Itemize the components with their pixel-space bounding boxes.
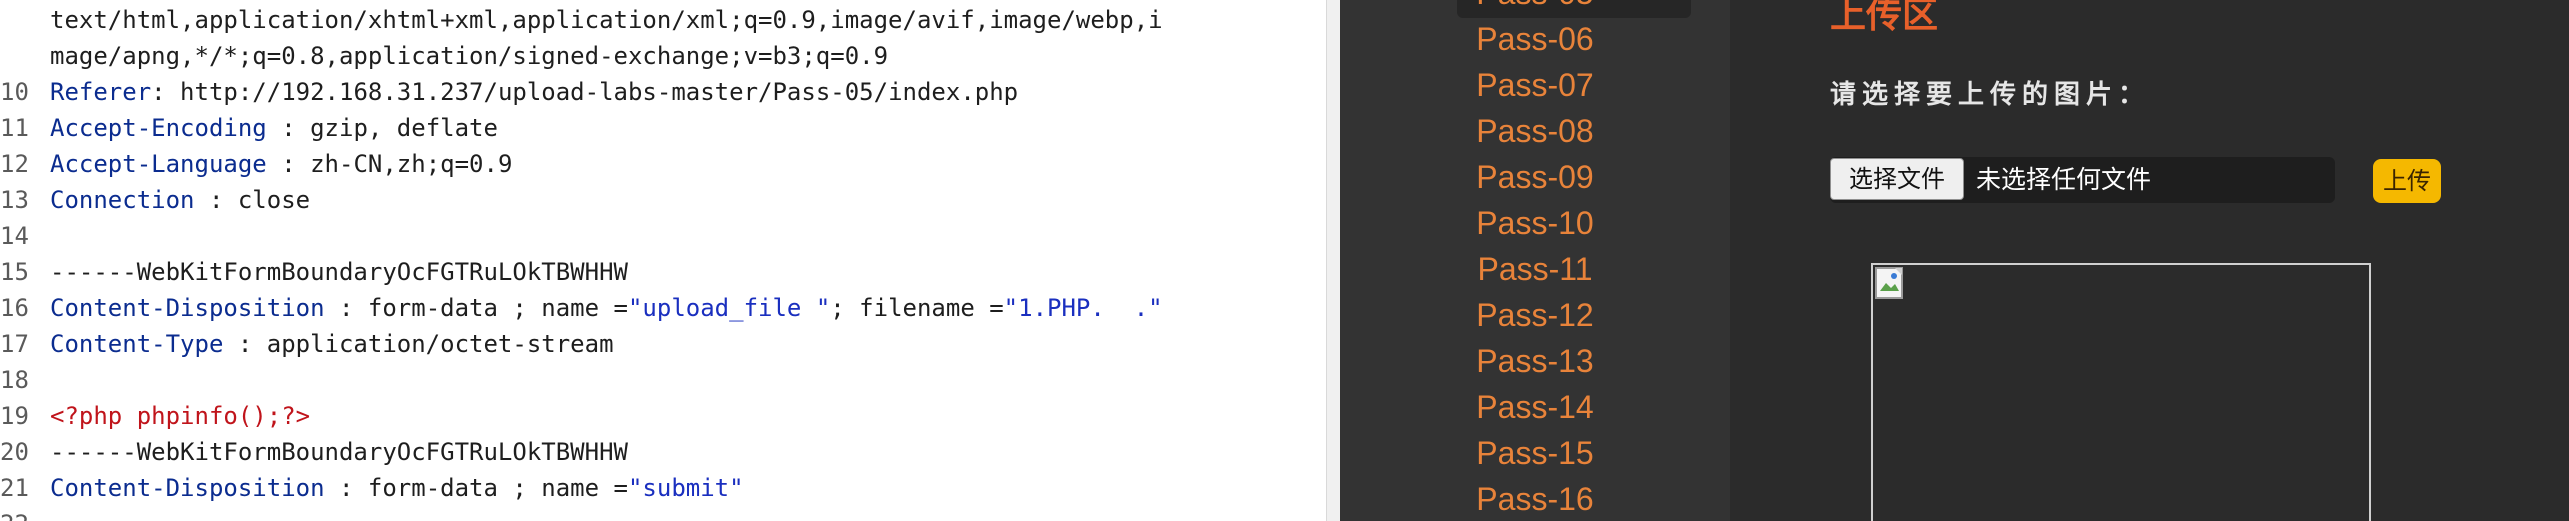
line-token: Connection [50, 186, 195, 214]
request-line[interactable]: 18 [0, 362, 1320, 398]
upload-prompt: 请选择要上传的图片： [1830, 80, 2151, 110]
upload-button[interactable]: 上传 [2373, 159, 2441, 203]
line-number: 21 [0, 474, 29, 502]
line-number: 22 [0, 506, 50, 521]
line-token: mage/apng,*/*;q=0.8,application/signed-e… [50, 42, 889, 70]
line-number: 12 [0, 150, 29, 178]
choose-file-button[interactable]: 选择文件 [1830, 158, 1964, 200]
line-token: ------WebKitFormBoundaryOcFGTRuLOkTBWHHW [50, 258, 628, 286]
line-number: 15 [0, 258, 29, 286]
broken-image-icon [1875, 267, 1903, 299]
line-token: : gzip, deflate [266, 114, 498, 142]
editor-scrollbar[interactable] [1326, 0, 1341, 521]
line-token: : form-data ; name = [324, 294, 628, 322]
line-token: Content-Disposition [50, 294, 325, 322]
line-number: 17 [0, 330, 29, 358]
request-editor[interactable]: text/html,application/xhtml+xml,applicat… [0, 0, 1326, 521]
line-token: Accept-Encoding [50, 114, 267, 142]
request-line[interactable]: mage/apng,*/*;q=0.8,application/signed-e… [0, 38, 1320, 74]
request-line[interactable]: text/html,application/xhtml+xml,applicat… [0, 2, 1320, 38]
nav-item-pass-10[interactable]: Pass-10 [1340, 200, 1730, 246]
nav-item-pass-07[interactable]: Pass-07 [1340, 62, 1730, 108]
nav-item-pass-12[interactable]: Pass-12 [1340, 292, 1730, 338]
pass-navigation: Pass-05Pass-06Pass-07Pass-08Pass-09Pass-… [1340, 0, 1730, 521]
line-number: 11 [0, 114, 29, 142]
line-token: Referer [50, 78, 152, 106]
line-token: ------WebKitFormBoundaryOcFGTRuLOkTBWHHW [50, 438, 628, 466]
file-status-text: 未选择任何文件 [1976, 165, 2152, 194]
upload-area-title: 上传区 [1830, 0, 1939, 36]
line-token: "submit" [627, 474, 744, 502]
line-token: "1.PHP. ." [1003, 294, 1163, 322]
line-token: : application/octet-stream [223, 330, 614, 358]
request-line[interactable]: 17 Content-Type : application/octet-strea… [0, 326, 1320, 362]
request-line[interactable]: 16 Content-Disposition : form-data ; name… [0, 290, 1320, 326]
line-number: 16 [0, 294, 29, 322]
line-token: : zh-CN,zh;q=0.9 [266, 150, 513, 178]
nav-item-pass-15[interactable]: Pass-15 [1340, 430, 1730, 476]
nav-item-pass-14[interactable]: Pass-14 [1340, 384, 1730, 430]
nav-item-pass-13[interactable]: Pass-13 [1340, 338, 1730, 384]
line-token: : http://192.168.31.237/upload-labs-mast… [151, 78, 1019, 106]
line-number: 14 [0, 222, 29, 250]
line-number: 10 [0, 78, 29, 106]
line-token: : close [194, 186, 311, 214]
request-line[interactable]: 22 [0, 506, 1320, 521]
line-number: 20 [0, 438, 29, 466]
upload-labs-page: Pass-05Pass-06Pass-07Pass-08Pass-09Pass-… [1340, 0, 2569, 521]
line-token: Accept-Language [50, 150, 267, 178]
request-line[interactable]: 12 Accept-Language : zh-CN,zh;q=0.9 [0, 146, 1320, 182]
nav-item-pass-16[interactable]: Pass-16 [1340, 476, 1730, 521]
nav-item-pass-11[interactable]: Pass-11 [1340, 246, 1730, 292]
line-token: text/html,application/xhtml+xml,applicat… [50, 6, 1163, 34]
line-token: Content-Type [50, 330, 224, 358]
nav-item-pass-08[interactable]: Pass-08 [1340, 108, 1730, 154]
request-line[interactable]: 11 Accept-Encoding : gzip, deflate [0, 110, 1320, 146]
nav-item-pass-06[interactable]: Pass-06 [1340, 16, 1730, 62]
request-line[interactable]: 14 [0, 218, 1320, 254]
request-line[interactable]: 15 ------WebKitFormBoundaryOcFGTRuLOkTBWH… [0, 254, 1320, 290]
line-token: <?php phpinfo();?> [50, 402, 311, 430]
upload-area: 上传区 请选择要上传的图片： 选择文件 未选择任何文件 上传 [1730, 0, 2569, 521]
line-token: ; filename = [830, 294, 1004, 322]
request-line[interactable]: 19 <?php phpinfo();?> [0, 398, 1320, 434]
request-line[interactable]: 10 Referer: http://192.168.31.237/upload-… [0, 74, 1320, 110]
line-number: 18 [0, 366, 29, 394]
request-line[interactable]: 13 Connection : close [0, 182, 1320, 218]
line-token: : form-data ; name = [324, 474, 628, 502]
nav-item-pass-09[interactable]: Pass-09 [1340, 154, 1730, 200]
line-token: Content-Disposition [50, 474, 325, 502]
request-line[interactable]: 20 ------WebKitFormBoundaryOcFGTRuLOkTBWH… [0, 434, 1320, 470]
line-token: "upload_file " [627, 294, 831, 322]
image-preview [1871, 263, 2371, 521]
nav-item-pass-05[interactable]: Pass-05 [1340, 0, 1730, 16]
line-number: 13 [0, 186, 29, 214]
line-number: 19 [0, 402, 29, 430]
request-line[interactable]: 21 Content-Disposition : form-data ; name… [0, 470, 1320, 506]
